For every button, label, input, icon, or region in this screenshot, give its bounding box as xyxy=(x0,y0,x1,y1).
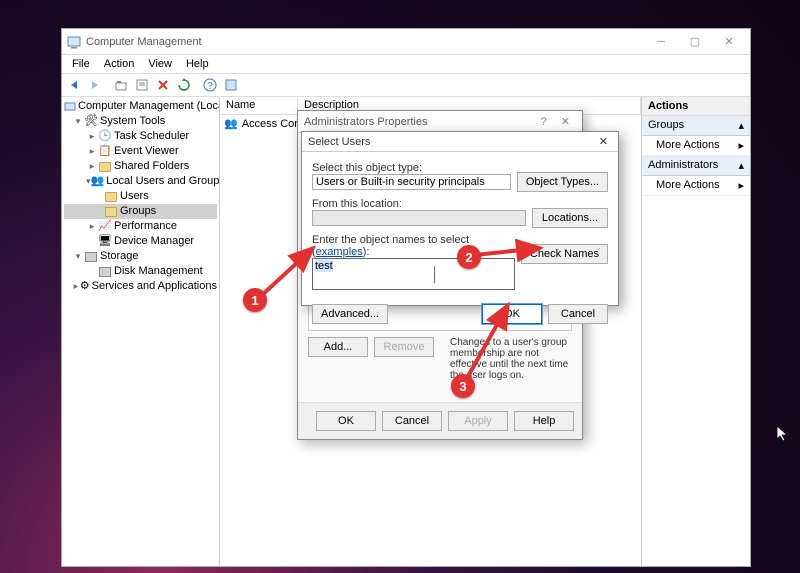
menu-file[interactable]: File xyxy=(66,58,96,70)
folder-icon xyxy=(104,190,118,204)
remove-button: Remove xyxy=(374,337,434,357)
tree-users[interactable]: Users xyxy=(120,189,149,204)
apply-button: Apply xyxy=(448,411,508,431)
select-users-dialog: Select Users ✕ Select this object type: … xyxy=(301,131,619,306)
col-name[interactable]: Name xyxy=(220,97,298,114)
clock-icon: 🕒 xyxy=(98,130,112,144)
close-button[interactable]: ✕ xyxy=(712,31,746,53)
menu-action[interactable]: Action xyxy=(98,58,141,70)
object-type-field: Users or Built-in security principals xyxy=(312,174,511,190)
close-icon[interactable]: ✕ xyxy=(595,135,612,148)
folder-icon xyxy=(98,160,112,174)
cancel-button[interactable]: Cancel xyxy=(382,411,442,431)
close-icon[interactable]: ✕ xyxy=(555,115,576,128)
ok-button[interactable]: OK xyxy=(316,411,376,431)
location-label: From this location: xyxy=(312,198,526,210)
menu-help[interactable]: Help xyxy=(180,58,215,70)
group-icon: 👥 xyxy=(224,117,238,130)
users-icon: 👥 xyxy=(91,175,105,189)
chevron-right-icon: ▸ xyxy=(738,139,744,152)
app-icon xyxy=(66,34,82,50)
help-button[interactable]: Help xyxy=(514,411,574,431)
up-button[interactable] xyxy=(111,75,131,95)
storage-icon xyxy=(84,250,98,264)
locations-button[interactable]: Locations... xyxy=(532,208,608,228)
tree-system-tools[interactable]: System Tools xyxy=(100,114,165,129)
tree-services-apps[interactable]: Services and Applications xyxy=(92,279,217,294)
maximize-button[interactable]: ▢ xyxy=(678,31,712,53)
object-type-label: Select this object type: xyxy=(312,162,511,174)
tree-device-manager[interactable]: Device Manager xyxy=(114,234,194,249)
minimize-button[interactable]: ─ xyxy=(644,31,678,53)
dialog-title: Administrators Properties xyxy=(304,116,428,128)
computer-icon xyxy=(64,100,76,114)
help-icon[interactable]: ? xyxy=(533,116,555,128)
disk-icon xyxy=(98,265,112,279)
tree-root[interactable]: Computer Management (Local) xyxy=(78,99,220,114)
annotation-badge-1: 1 xyxy=(243,288,267,312)
examples-link[interactable]: examples xyxy=(316,246,363,258)
object-names-input[interactable]: test │ xyxy=(312,258,515,290)
collapse-icon: ▴ xyxy=(738,119,744,132)
tree-local-users-groups[interactable]: Local Users and Groups xyxy=(106,174,220,189)
add-button[interactable]: Add... xyxy=(308,337,368,357)
forward-button[interactable] xyxy=(85,75,105,95)
menubar: File Action View Help xyxy=(62,55,750,73)
actions-more-groups[interactable]: More Actions▸ xyxy=(642,136,750,156)
object-types-button[interactable]: Object Types... xyxy=(517,172,608,192)
help-icon[interactable]: ? xyxy=(200,75,220,95)
wrench-icon: 🛠 xyxy=(84,115,98,129)
svg-text:?: ? xyxy=(207,81,213,92)
object-names-label: Enter the object names to select (exampl… xyxy=(312,234,515,258)
actions-pane: Actions Groups▴ More Actions▸ Administra… xyxy=(642,97,750,566)
actions-more-admins[interactable]: More Actions▸ xyxy=(642,176,750,196)
tree-task-scheduler[interactable]: Task Scheduler xyxy=(114,129,189,144)
actions-section-admins[interactable]: Administrators▴ xyxy=(642,156,750,176)
nav-tree[interactable]: Computer Management (Local) ▾🛠System Too… xyxy=(62,97,220,566)
collapse-icon: ▴ xyxy=(738,159,744,172)
tree-event-viewer[interactable]: Event Viewer xyxy=(114,144,179,159)
mouse-cursor-icon xyxy=(776,425,790,448)
check-names-button[interactable]: Check Names xyxy=(521,244,608,264)
tree-shared-folders[interactable]: Shared Folders xyxy=(114,159,189,174)
menu-view[interactable]: View xyxy=(142,58,178,70)
props-button[interactable] xyxy=(132,75,152,95)
dialog-title: Select Users xyxy=(308,136,370,148)
cancel-button[interactable]: Cancel xyxy=(548,304,608,324)
annotation-badge-2: 2 xyxy=(457,245,481,269)
tree-disk-mgmt[interactable]: Disk Management xyxy=(114,264,203,279)
tree-storage[interactable]: Storage xyxy=(100,249,139,264)
location-field xyxy=(312,210,526,226)
tree-groups[interactable]: Groups xyxy=(120,204,156,219)
delete-button[interactable] xyxy=(153,75,173,95)
toolbar: ? xyxy=(62,73,750,97)
chevron-right-icon: ▸ xyxy=(738,179,744,192)
titlebar: Computer Management ─ ▢ ✕ xyxy=(62,29,750,55)
actions-section-groups[interactable]: Groups▴ xyxy=(642,116,750,136)
device-icon: 🖥 xyxy=(98,235,112,249)
tree-performance[interactable]: Performance xyxy=(114,219,177,234)
event-icon: 📋 xyxy=(98,145,112,159)
ok-button[interactable]: OK xyxy=(482,304,542,324)
services-icon: ⚙ xyxy=(80,280,90,294)
refresh-button[interactable] xyxy=(174,75,194,95)
view-button[interactable] xyxy=(221,75,241,95)
window-title: Computer Management xyxy=(86,36,644,48)
folder-icon xyxy=(104,205,118,219)
annotation-badge-3: 3 xyxy=(451,374,475,398)
back-button[interactable] xyxy=(64,75,84,95)
advanced-button[interactable]: Advanced... xyxy=(312,304,388,324)
text-cursor-icon: │ xyxy=(431,266,440,282)
actions-header: Actions xyxy=(642,97,750,116)
performance-icon: 📈 xyxy=(98,220,112,234)
